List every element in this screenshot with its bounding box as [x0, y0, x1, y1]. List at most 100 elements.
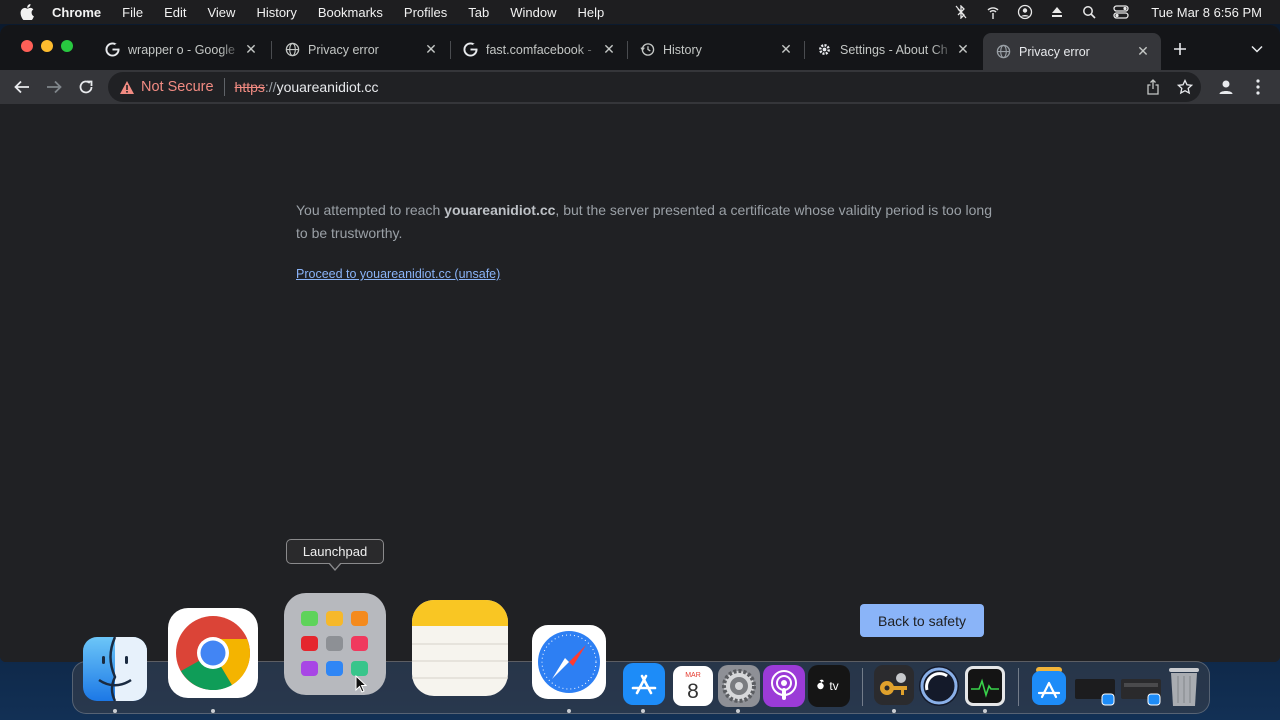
- tab-close-icon[interactable]: ✕: [423, 41, 439, 58]
- tab-close-icon[interactable]: ✕: [243, 41, 259, 58]
- google-g-icon: [462, 42, 478, 58]
- menubar-clock[interactable]: Tue Mar 8 6:56 PM: [1151, 5, 1262, 20]
- back-to-safety-button[interactable]: Back to safety: [860, 604, 984, 637]
- google-chrome-icon[interactable]: [167, 607, 259, 699]
- tab-title: fast.comfacebook -: [486, 42, 592, 57]
- tab-close-icon[interactable]: ✕: [1135, 43, 1151, 60]
- minimized-window-thumbnail[interactable]: [1120, 676, 1162, 706]
- chrome-window: wrapper o - Google ✕ Privacy error ✕ fas…: [0, 25, 1280, 662]
- tab-title: History: [663, 42, 702, 57]
- tab-google-search[interactable]: wrapper o - Google ✕: [92, 33, 269, 66]
- back-arrow-icon[interactable]: [10, 75, 34, 99]
- tab-close-icon[interactable]: ✕: [955, 41, 971, 58]
- finder-icon[interactable]: [82, 636, 148, 702]
- tv-label: tv: [829, 679, 838, 693]
- trash-icon[interactable]: [1166, 666, 1202, 708]
- spotlight-search-icon[interactable]: [1081, 4, 1097, 20]
- window-close-button[interactable]: [21, 40, 33, 52]
- app-store-running-indicator: [641, 709, 645, 713]
- menu-help[interactable]: Help: [578, 5, 605, 20]
- omnibox-divider: [223, 78, 225, 96]
- new-tab-button[interactable]: [1170, 39, 1190, 59]
- calendar-day: 8: [687, 680, 699, 703]
- error-text-prefix: You attempted to reach: [296, 202, 445, 218]
- tab-fast-com[interactable]: fast.comfacebook - ✕: [450, 33, 627, 66]
- tab-close-icon[interactable]: ✕: [601, 41, 617, 58]
- dock-separator: [862, 668, 863, 706]
- tab-settings[interactable]: Settings - About Ch ✕: [804, 33, 981, 66]
- minimized-window-thumbnail[interactable]: [1074, 676, 1116, 706]
- bookmark-star-icon[interactable]: [1175, 77, 1195, 97]
- control-center-icon[interactable]: [1113, 4, 1129, 20]
- menu-window[interactable]: Window: [510, 5, 556, 20]
- menu-edit[interactable]: Edit: [164, 5, 186, 20]
- safari-running-indicator: [567, 709, 571, 713]
- cinema-4d-icon[interactable]: [917, 664, 961, 708]
- tab-privacy-error[interactable]: Privacy error ✕: [272, 33, 449, 66]
- tab-title: wrapper o - Google: [128, 42, 236, 57]
- tab-history[interactable]: History ✕: [627, 33, 804, 66]
- keychain-running-indicator: [892, 709, 896, 713]
- url-host: youareanidiot.cc: [276, 79, 379, 95]
- window-minimize-button[interactable]: [41, 40, 53, 52]
- url-separator: ://: [264, 79, 277, 95]
- dock-separator: [1018, 668, 1019, 706]
- keychain-access-icon[interactable]: [873, 664, 915, 706]
- kebab-menu-icon[interactable]: [1250, 76, 1266, 98]
- not-secure-label[interactable]: Not Secure: [141, 79, 214, 95]
- tab-privacy-error-active[interactable]: Privacy error ✕: [983, 33, 1161, 70]
- eject-icon[interactable]: [1049, 4, 1065, 20]
- apple-tv-icon[interactable]: tv: [807, 664, 851, 708]
- dock-tooltip: Launchpad: [286, 539, 384, 564]
- address-bar[interactable]: Not Secure https :// youareanidiot.cc: [108, 72, 1201, 102]
- url-scheme: https: [234, 79, 265, 95]
- user-account-icon[interactable]: [1017, 4, 1033, 20]
- reload-icon[interactable]: [74, 75, 98, 99]
- menu-history[interactable]: History: [256, 5, 296, 20]
- profile-avatar-icon[interactable]: [1215, 76, 1237, 98]
- system-preferences-running-indicator: [736, 709, 740, 713]
- warning-triangle-icon[interactable]: [118, 78, 136, 96]
- share-icon[interactable]: [1143, 77, 1163, 97]
- forward-arrow-icon[interactable]: [42, 75, 66, 99]
- window-zoom-button[interactable]: [61, 40, 73, 52]
- macos-menu-bar: Chrome File Edit View History Bookmarks …: [0, 0, 1280, 24]
- bluetooth-off-icon[interactable]: [953, 4, 969, 20]
- app-store-icon[interactable]: [622, 662, 666, 706]
- proceed-unsafe-link[interactable]: Proceed to youareanidiot.cc (unsafe): [296, 267, 500, 281]
- tab-strip: wrapper o - Google ✕ Privacy error ✕ fas…: [0, 25, 1280, 70]
- window-controls: [21, 40, 73, 52]
- safari-icon[interactable]: [531, 624, 607, 700]
- tab-title: Privacy error: [1019, 44, 1090, 59]
- chrome-running-indicator: [211, 709, 215, 713]
- menu-view[interactable]: View: [207, 5, 235, 20]
- menu-bookmarks[interactable]: Bookmarks: [318, 5, 383, 20]
- tab-title: Settings - About Ch: [840, 42, 948, 57]
- menu-tab[interactable]: Tab: [468, 5, 489, 20]
- tab-search-chevron-down-icon[interactable]: [1247, 39, 1267, 59]
- google-g-icon: [104, 42, 120, 58]
- interstitial-page: You attempted to reach youareanidiot.cc,…: [0, 104, 1280, 662]
- dock-tooltip-arrow: [328, 562, 342, 571]
- tab-close-icon[interactable]: ✕: [778, 41, 794, 58]
- history-icon: [639, 42, 655, 58]
- activity-monitor-running-indicator: [983, 709, 987, 713]
- airdrop-icon[interactable]: [985, 4, 1001, 20]
- menu-chrome[interactable]: Chrome: [52, 5, 101, 20]
- activity-monitor-icon[interactable]: [964, 665, 1006, 707]
- finder-running-indicator: [113, 709, 117, 713]
- tab-title: Privacy error: [308, 42, 379, 57]
- menu-profiles[interactable]: Profiles: [404, 5, 447, 20]
- notes-icon[interactable]: [411, 599, 509, 697]
- apple-menu-icon[interactable]: [18, 3, 36, 21]
- browser-toolbar: Not Secure https :// youareanidiot.cc: [0, 70, 1280, 104]
- menu-file[interactable]: File: [122, 5, 143, 20]
- calendar-icon[interactable]: MAR 8: [672, 665, 714, 707]
- downloads-stack-icon[interactable]: [1030, 666, 1068, 706]
- launchpad-icon[interactable]: [283, 592, 387, 696]
- globe-icon: [995, 44, 1011, 60]
- calendar-month: MAR: [685, 672, 701, 679]
- system-preferences-gear-icon[interactable]: [717, 664, 761, 708]
- mouse-pointer-icon: [355, 674, 368, 693]
- podcasts-icon[interactable]: [762, 664, 806, 708]
